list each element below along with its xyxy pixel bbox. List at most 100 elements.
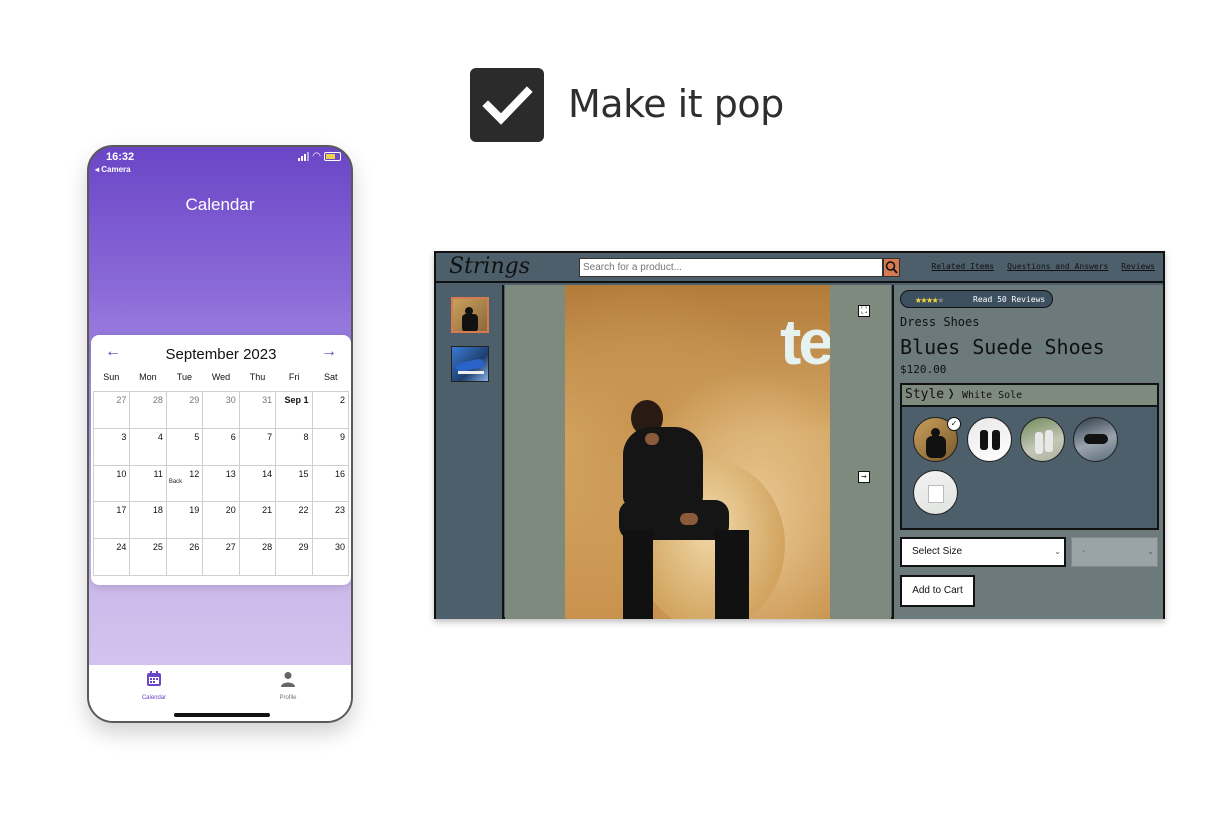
calendar-day-cell[interactable]: 7: [239, 428, 277, 466]
style-swatch[interactable]: [913, 470, 958, 515]
thumbnail-1[interactable]: [451, 297, 489, 333]
calendar-day-number: 6: [230, 431, 236, 442]
calendar-day-cell[interactable]: 3: [94, 428, 131, 466]
search-button[interactable]: [883, 258, 900, 277]
calendar-day-number: 16: [334, 468, 345, 479]
calendar-day-cell[interactable]: 5: [166, 428, 204, 466]
signal-icon: [298, 152, 310, 161]
arrow-right-icon[interactable]: →: [321, 343, 337, 361]
calendar-day-cell[interactable]: Sep 1: [276, 392, 313, 429]
page-title: Make it pop: [568, 82, 784, 126]
status-bar: 16:32 ◂ Camera ◠: [89, 147, 351, 177]
calendar-day-cell[interactable]: 24: [94, 539, 131, 576]
calendar-day-cell[interactable]: 11: [130, 465, 167, 503]
calendar-day-number: 2: [339, 395, 345, 405]
product-price: $120.00: [900, 363, 947, 376]
calendar-day-cell[interactable]: 30: [203, 392, 240, 429]
nav-links: Related Items Questions and Answers Revi…: [932, 262, 1156, 271]
calendar-event[interactable]: Back: [169, 479, 182, 485]
calendar-day-cell[interactable]: 17: [94, 502, 131, 540]
calendar-day-cell[interactable]: 27: [203, 539, 240, 576]
style-swatch[interactable]: [1073, 417, 1118, 462]
weekday-label: Sun: [103, 372, 120, 382]
calendar-day-number: 28: [262, 542, 273, 553]
weekday-label: Mon: [139, 372, 157, 382]
calendar-day-number: 13: [225, 468, 236, 479]
calendar-day-cell[interactable]: 19: [166, 502, 204, 540]
thumbnail-2[interactable]: [451, 346, 489, 382]
calendar-day-cell[interactable]: 28: [130, 392, 167, 429]
calendar-day-number: 30: [334, 542, 345, 553]
next-image-icon[interactable]: →: [858, 471, 870, 483]
home-indicator[interactable]: [174, 713, 270, 717]
calendar-day-cell[interactable]: 22: [276, 502, 313, 540]
calendar-day-cell[interactable]: 31: [239, 392, 277, 429]
weekday-label: Tue: [176, 372, 193, 382]
calendar-day-cell[interactable]: 12 Back: [166, 465, 204, 503]
calendar-day-cell[interactable]: 6: [203, 428, 240, 466]
quantity-select[interactable]: - ⌄: [1071, 537, 1158, 567]
chevron-right-icon: ❭: [947, 386, 956, 402]
tab-profile-label: Profile: [279, 695, 297, 701]
calendar-day-cell[interactable]: 13: [203, 465, 240, 503]
tab-calendar[interactable]: Calendar: [114, 671, 194, 701]
main-image-stage: te ⛶ →: [505, 285, 891, 619]
weekday-row: Sun Mon Tue Wed Thu Fri Sat: [93, 372, 349, 382]
calendar-day-number: 4: [157, 431, 163, 442]
calendar-day-number: 30: [225, 395, 236, 405]
calendar-day-cell[interactable]: 29: [276, 539, 313, 576]
calendar-day-number: 12: [189, 468, 200, 479]
calendar-day-number: 18: [152, 505, 163, 516]
nav-link-reviews[interactable]: Reviews: [1121, 262, 1155, 271]
size-select-label: Select Size: [912, 546, 963, 557]
nav-link-questions[interactable]: Questions and Answers: [1007, 262, 1108, 271]
calendar-day-cell[interactable]: 25: [130, 539, 167, 576]
style-swatch[interactable]: [1020, 417, 1065, 462]
expand-icon[interactable]: ⛶: [858, 305, 870, 317]
calendar-day-cell[interactable]: 15: [276, 465, 313, 503]
calendar-day-cell[interactable]: 30: [312, 539, 349, 576]
calendar-day-number: 14: [262, 468, 273, 479]
calendar-day-cell[interactable]: 26: [166, 539, 204, 576]
add-to-cart-button[interactable]: Add to Cart: [900, 575, 975, 607]
back-to-camera-link[interactable]: ◂ Camera: [95, 165, 131, 174]
calendar-month-label: September 2023: [165, 346, 277, 363]
calendar-day-number: 11: [153, 468, 163, 479]
calendar-day-cell[interactable]: 27: [94, 392, 131, 429]
nav-link-related-items[interactable]: Related Items: [932, 262, 995, 271]
calendar-day-cell[interactable]: 29: [166, 392, 204, 429]
style-swatch[interactable]: [967, 417, 1012, 462]
calendar-day-cell[interactable]: 9: [312, 428, 349, 466]
calendar-card: ← September 2023 → Sun Mon Tue Wed Thu Fri Sat…: [91, 335, 351, 585]
star-empty-icon: ★: [937, 293, 945, 306]
photo-background-lettering: te: [780, 306, 830, 378]
style-value: White Sole: [962, 390, 1023, 401]
calendar-day-cell[interactable]: 20: [203, 502, 240, 540]
star-rating: ★★★★★: [915, 293, 945, 306]
search-input[interactable]: [579, 258, 883, 277]
calendar-day-cell[interactable]: 10: [94, 465, 131, 503]
calendar-day-cell[interactable]: 14: [239, 465, 277, 503]
calendar-day-cell[interactable]: 16: [312, 465, 349, 503]
calendar-day-number: 26: [189, 542, 200, 553]
calendar-day-cell[interactable]: 8: [276, 428, 313, 466]
rating-pill[interactable]: ★★★★★ Read 50 Reviews: [900, 290, 1053, 308]
tab-profile[interactable]: Profile: [248, 671, 328, 701]
calendar-day-cell[interactable]: 2: [312, 392, 349, 429]
site-logo[interactable]: Strings: [449, 254, 530, 279]
calendar-day-number: 20: [225, 505, 236, 516]
checkbox-checked-icon[interactable]: [470, 68, 544, 142]
calendar-day-cell[interactable]: 28: [239, 539, 277, 576]
calendar-day-cell[interactable]: 18: [130, 502, 167, 540]
size-select[interactable]: Select Size ⌄: [900, 537, 1066, 567]
calendar-day-cell[interactable]: 21: [239, 502, 277, 540]
product-photo[interactable]: te: [565, 285, 830, 619]
read-reviews-link[interactable]: Read 50 Reviews: [973, 295, 1045, 304]
calendar-grid: 27 28 29 30 31 Sep 1 2 3 4 5 6 7 8 9 10 11 12 Back 13 14 15 1…: [93, 391, 349, 576]
battery-icon: [324, 152, 341, 161]
tab-bar: Calendar Profile: [89, 665, 351, 721]
calendar-day-cell[interactable]: 4: [130, 428, 167, 466]
calendar-day-number: 27: [225, 542, 236, 553]
status-time: 16:32: [106, 151, 135, 163]
calendar-day-cell[interactable]: 23: [312, 502, 349, 540]
